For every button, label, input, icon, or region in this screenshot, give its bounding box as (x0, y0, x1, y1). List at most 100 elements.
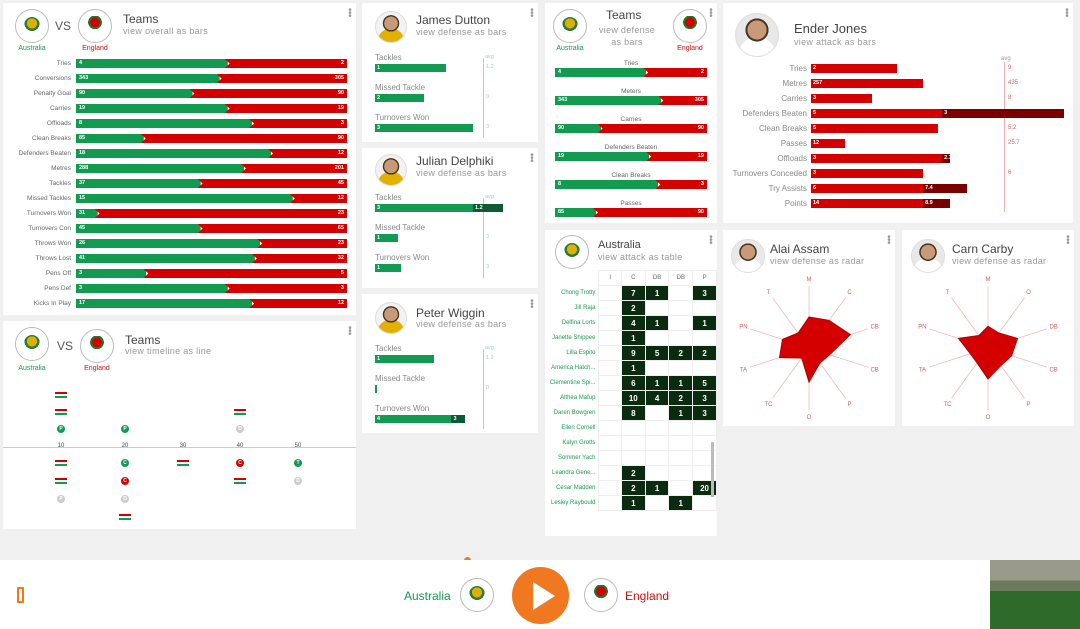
stat-label: Throws Won (34, 240, 71, 247)
attack-title: Teams (606, 8, 642, 22)
event-icon[interactable]: D (236, 425, 244, 433)
table-cell (668, 360, 694, 376)
table-cell: 1 (620, 360, 646, 376)
radar-menu-icon[interactable]: • • • (887, 233, 891, 249)
away-value: 65 (337, 225, 344, 231)
player-name: Peter Wiggin (416, 306, 485, 320)
table-menu-icon[interactable]: • • • (709, 233, 713, 249)
player-name-cell[interactable]: Delfina Lorts (545, 316, 599, 331)
player-subtitle[interactable]: view defense as radar (770, 256, 864, 266)
event-icon[interactable]: T (294, 459, 302, 467)
player-subtitle[interactable]: view defense as bars (416, 319, 507, 329)
radar-menu-icon[interactable]: • • • (1066, 233, 1070, 249)
player-name-cell[interactable]: Leandra Gene... (545, 466, 599, 481)
menu-icon[interactable] (17, 587, 24, 603)
event-icon[interactable]: C (236, 459, 244, 467)
away-value: 201 (334, 165, 344, 171)
player-name-cell[interactable]: Cesar Madden (545, 481, 599, 496)
home-value: 90 (558, 125, 565, 131)
player-subtitle[interactable]: view defense as bars (416, 27, 507, 37)
away-value: 23 (337, 210, 344, 216)
away-team-label: England (84, 365, 110, 372)
player-name-cell[interactable]: Ellen Cornell (545, 421, 599, 436)
away-bar: 90 (189, 89, 347, 98)
player-name-cell[interactable]: Lilla Espito (545, 346, 599, 361)
home-value: 85 (558, 209, 565, 215)
player-name-cell[interactable]: Janette Shippee (545, 331, 599, 346)
player-menu-icon[interactable]: • • • (530, 297, 534, 313)
avg-value: 3 (486, 264, 490, 270)
stat-label: Missed Tackle (375, 374, 426, 383)
stat-value: 1 (377, 356, 381, 362)
england-logo (673, 9, 707, 43)
home-team-label: Australia (18, 45, 46, 52)
home-bar: 17 (76, 299, 253, 308)
overall-menu-icon[interactable]: • • • (348, 6, 352, 22)
table-cell: 1 (620, 495, 646, 511)
overall-subtitle[interactable]: view overall as bars (123, 26, 208, 36)
stat-label: Clean Breaks (31, 135, 71, 142)
avg-value: 1.2 (475, 205, 483, 211)
player-menu-icon[interactable]: • • • (530, 151, 534, 167)
timeline-subtitle[interactable]: view timeline as line (125, 346, 211, 356)
ender-menu-icon[interactable]: • • • (1065, 6, 1069, 22)
table-subtitle[interactable]: view attack as table (598, 252, 683, 262)
home-value: 288 (79, 165, 89, 171)
home-bar: 41 (76, 254, 255, 263)
player-subtitle[interactable]: view defense as radar (952, 256, 1046, 266)
play-button[interactable] (512, 567, 569, 624)
table-col-header: C (620, 270, 646, 286)
table-scrollbar[interactable] (711, 442, 714, 497)
player-name-cell[interactable]: Jill Raja (545, 301, 599, 316)
player-menu-icon[interactable]: • • • (530, 6, 534, 22)
home-value: 45 (79, 225, 86, 231)
timeline-tick: 50 (294, 443, 302, 449)
stat-label: Conversions (34, 75, 71, 82)
home-bar: 8 (555, 180, 659, 189)
player-name-cell[interactable]: America Hatch... (545, 361, 599, 376)
player-name-cell[interactable]: Sommer Yach (545, 451, 599, 466)
radar-axis-label: TC (943, 402, 952, 408)
table-corner (545, 271, 599, 286)
home-bar: 343 (555, 96, 662, 105)
player-subtitle[interactable]: view attack as bars (794, 37, 876, 47)
event-icon[interactable]: C (121, 477, 129, 485)
player-name-cell[interactable]: Daren Bowgren (545, 406, 599, 421)
stat-label: Kicks In Play (33, 300, 71, 307)
attack-menu-icon[interactable]: • • • (709, 6, 713, 22)
player-subtitle[interactable]: view defense as bars (416, 168, 507, 178)
home-value: 18 (79, 150, 86, 156)
stat-bar: 14 (811, 199, 924, 208)
away-bar: 32 (251, 254, 347, 263)
away-value: 3 (340, 285, 344, 291)
table-card: • • • Australia view attack as table I C DB D… (545, 230, 717, 536)
event-icon[interactable]: C (121, 459, 129, 467)
event-icon[interactable]: P (57, 495, 65, 503)
player-name-cell[interactable]: Chong Trotty (545, 286, 599, 301)
event-icon[interactable]: P (57, 425, 65, 433)
away-team-name: England (625, 589, 670, 603)
stat-label: Turnovers Won (26, 210, 71, 217)
avg-value: 25.7 (1008, 140, 1020, 146)
away-value: 5 (340, 270, 344, 276)
player-name-cell[interactable]: Kalyn Grotts (545, 436, 599, 451)
avg-bar: 3 (451, 415, 466, 423)
player-name-cell[interactable]: Althea Mafup (545, 391, 599, 406)
timeline-menu-icon[interactable]: • • • (348, 324, 352, 340)
table-cell: 1 (644, 315, 670, 331)
player-name-cell[interactable]: Clementine Spi... (545, 376, 599, 391)
event-icon[interactable]: D (294, 477, 302, 485)
table-cell: 1 (668, 495, 694, 511)
event-icon[interactable]: D (121, 495, 129, 503)
stat-label: Defenders Beaten (18, 150, 71, 157)
player-name-cell[interactable]: Lesley Raybould (545, 496, 599, 511)
stat-value: 0 (377, 386, 381, 392)
attack-subtitle[interactable]: view defense as bars (597, 24, 657, 48)
attack-card: • • • Australia England Teams view defense… (545, 3, 717, 223)
table-cell (668, 285, 694, 301)
avg-value: 0 (486, 94, 490, 100)
home-bar: 31 (76, 209, 98, 218)
table-cell: 2 (668, 345, 694, 361)
event-icon[interactable]: P (121, 425, 129, 433)
video-thumbnail[interactable] (990, 560, 1080, 629)
